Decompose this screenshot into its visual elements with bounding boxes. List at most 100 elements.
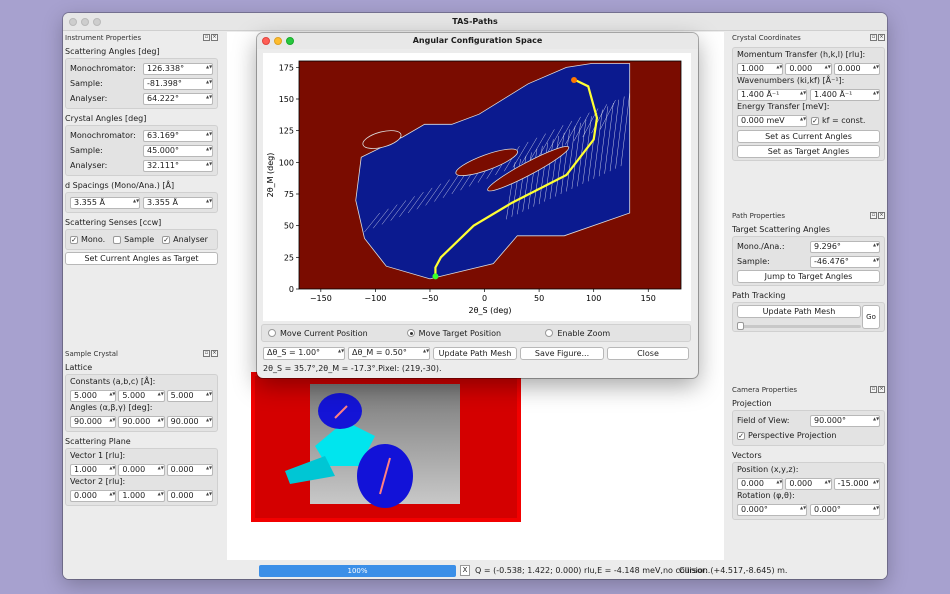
set-as-target-angles-button[interactable]: Set as Target Angles bbox=[737, 145, 880, 158]
x-tick-label: 100 bbox=[586, 294, 601, 303]
label: Monochromator: bbox=[70, 64, 136, 73]
instrument-components-graphic bbox=[285, 393, 413, 508]
float-icon[interactable]: ▫ bbox=[203, 34, 210, 41]
h-spin[interactable]: 1.000 bbox=[737, 62, 784, 75]
energy-label: Energy Transfer [meV]: bbox=[737, 102, 830, 111]
kf-spin[interactable]: 1.400 Å⁻¹ bbox=[810, 88, 880, 101]
delta-2thm-spin[interactable]: Δθ_M = 0.50° bbox=[348, 347, 430, 360]
rot-theta-spin[interactable]: 0.000° bbox=[810, 503, 880, 516]
set-as-current-angles-button[interactable]: Set as Current Angles bbox=[737, 130, 880, 143]
target-angles-group: Mono./Ana.: 9.296° Sample: -46.476° Jump t… bbox=[732, 236, 885, 286]
mono-sense-checkbox[interactable]: ✓ Mono. bbox=[70, 235, 105, 244]
d-ana-spin[interactable]: 3.355 Å bbox=[143, 196, 213, 209]
crystal-angles-title: Crystal Angles [deg] bbox=[65, 114, 147, 123]
close-icon[interactable]: × bbox=[211, 350, 218, 357]
maximize-window-button[interactable] bbox=[93, 18, 101, 26]
vec1-x-spin[interactable]: 1.000 bbox=[70, 463, 117, 476]
rot-phi-spin[interactable]: 0.000° bbox=[737, 503, 807, 516]
float-icon[interactable]: ▫ bbox=[870, 34, 877, 41]
target-mono-spin[interactable]: 9.296° bbox=[810, 240, 880, 253]
close-icon[interactable]: × bbox=[878, 212, 885, 219]
close-icon[interactable]: × bbox=[878, 34, 885, 41]
angle-alpha-spin[interactable]: 90.000 bbox=[70, 415, 117, 428]
plane-group: Vector 1 [rlu]: 1.0000.0000.000 Vector 2… bbox=[65, 448, 218, 506]
slider-handle[interactable] bbox=[737, 322, 744, 330]
float-icon[interactable]: ▫ bbox=[203, 350, 210, 357]
energy-spin[interactable]: 0.000 meV bbox=[737, 114, 807, 127]
dock-title: Camera Properties ▫ × bbox=[732, 386, 885, 394]
target-sample-spin[interactable]: -46.476° bbox=[810, 255, 880, 268]
sample-crystal-spin[interactable]: 45.000° bbox=[143, 144, 213, 157]
close-window-button[interactable] bbox=[69, 18, 77, 26]
close-icon[interactable]: × bbox=[211, 34, 218, 41]
close-icon[interactable]: × bbox=[878, 386, 885, 393]
d-mono-spin[interactable]: 3.355 Å bbox=[70, 196, 140, 209]
radio-dot bbox=[406, 329, 415, 337]
kf-const-checkbox[interactable]: ✓ kf = const. bbox=[811, 116, 865, 125]
constant-c-spin[interactable]: 5.000 bbox=[166, 389, 213, 402]
vec2-x-spin[interactable]: 0.000 bbox=[70, 489, 117, 502]
ana-scatter-spin[interactable]: 64.222° bbox=[143, 92, 213, 105]
label: Monochromator: bbox=[70, 131, 136, 140]
move-target-radio[interactable]: Move Target Position bbox=[406, 329, 546, 338]
path-progress-slider[interactable] bbox=[737, 321, 861, 331]
config-space-plot[interactable]: −150 −100 −50 0 50 100 150 0 25 50 75 100 125 150 175 2… bbox=[263, 53, 691, 321]
x-tick-label: 50 bbox=[534, 294, 544, 303]
rotation-label: Rotation (φ,θ): bbox=[737, 491, 795, 500]
enable-zoom-radio[interactable]: Enable Zoom bbox=[545, 329, 684, 338]
zoom-dialog-button[interactable] bbox=[286, 37, 294, 45]
sample-sense-checkbox[interactable]: Sample bbox=[113, 235, 154, 244]
set-current-as-target-button[interactable]: Set Current Angles as Target bbox=[65, 252, 218, 265]
angle-gamma-spin[interactable]: 90.000 bbox=[166, 415, 213, 428]
vec1-z-spin[interactable]: 0.000 bbox=[166, 463, 213, 476]
x-tick-label: 150 bbox=[641, 294, 656, 303]
sample-scatter-spin[interactable]: -81.398° bbox=[143, 77, 213, 90]
path-tracking-group: Update Path Mesh Go bbox=[732, 302, 885, 332]
camera-properties-dock: Camera Properties ▫ × Projection Field of… bbox=[730, 384, 887, 529]
plot-area[interactable]: −150 −100 −50 0 50 100 150 0 25 50 75 100 125 150 175 2… bbox=[263, 53, 691, 321]
cancel-progress-button[interactable]: X bbox=[460, 565, 470, 576]
y-tick-label: 100 bbox=[279, 158, 294, 167]
delta-2ths-spin[interactable]: Δθ_S = 1.00° bbox=[263, 347, 345, 360]
go-button[interactable]: Go bbox=[862, 305, 880, 329]
constant-b-spin[interactable]: 5.000 bbox=[118, 389, 165, 402]
pos-y-spin[interactable]: 0.000 bbox=[785, 477, 832, 490]
d-spacings-group: 3.355 Å3.355 Å bbox=[65, 192, 218, 213]
vec2-y-spin[interactable]: 1.000 bbox=[118, 489, 165, 502]
fov-spin[interactable]: 90.000° bbox=[810, 414, 880, 427]
plane-title: Scattering Plane bbox=[65, 437, 131, 446]
l-spin[interactable]: 0.000 bbox=[833, 62, 880, 75]
save-figure-button[interactable]: Save Figure... bbox=[520, 347, 604, 360]
dialog-update-path-mesh-button[interactable]: Update Path Mesh bbox=[433, 347, 517, 360]
progress-bar: 100% bbox=[259, 565, 456, 577]
mono-scatter-spin[interactable]: 126.338° bbox=[143, 62, 213, 75]
angle-beta-spin[interactable]: 90.000 bbox=[118, 415, 165, 428]
x-tick-label: −150 bbox=[310, 294, 332, 303]
vec2-z-spin[interactable]: 0.000 bbox=[166, 489, 213, 502]
ana-crystal-spin[interactable]: 32.111° bbox=[143, 159, 213, 172]
minimize-window-button[interactable] bbox=[81, 18, 89, 26]
vec1-y-spin[interactable]: 0.000 bbox=[118, 463, 165, 476]
close-dialog-button[interactable] bbox=[262, 37, 270, 45]
k-spin[interactable]: 0.000 bbox=[785, 62, 832, 75]
instrument-properties-dock: Instrument Properties ▫ × Scattering Angl… bbox=[63, 32, 220, 265]
wavenumbers-label: Wavenumbers (ki,kf) [Å⁻¹]: bbox=[737, 76, 845, 85]
y-tick-label: 50 bbox=[284, 222, 294, 231]
mono-crystal-spin[interactable]: 63.169° bbox=[143, 129, 213, 142]
float-icon[interactable]: ▫ bbox=[870, 386, 877, 393]
perspective-checkbox[interactable]: ✓ Perspective Projection bbox=[737, 431, 836, 440]
constant-a-spin[interactable]: 5.000 bbox=[70, 389, 117, 402]
projection-group: Field of View: 90.000° ✓Perspective Proje… bbox=[732, 410, 885, 446]
pos-x-spin[interactable]: 0.000 bbox=[737, 477, 784, 490]
float-icon[interactable]: ▫ bbox=[870, 212, 877, 219]
momentum-label: Momentum Transfer (h,k,l) [rlu]: bbox=[737, 50, 866, 59]
minimize-dialog-button[interactable] bbox=[274, 37, 282, 45]
ki-spin[interactable]: 1.400 Å⁻¹ bbox=[737, 88, 807, 101]
pos-z-spin[interactable]: -15.000 bbox=[833, 477, 880, 490]
move-current-radio[interactable]: Move Current Position bbox=[268, 329, 407, 338]
close-button[interactable]: Close bbox=[607, 347, 689, 360]
ana-sense-checkbox[interactable]: ✓ Analyser bbox=[162, 235, 208, 244]
update-path-mesh-button[interactable]: Update Path Mesh bbox=[737, 305, 861, 318]
jump-to-target-button[interactable]: Jump to Target Angles bbox=[737, 270, 880, 283]
senses-group: ✓ Mono. Sample ✓ Analyser bbox=[65, 229, 218, 250]
